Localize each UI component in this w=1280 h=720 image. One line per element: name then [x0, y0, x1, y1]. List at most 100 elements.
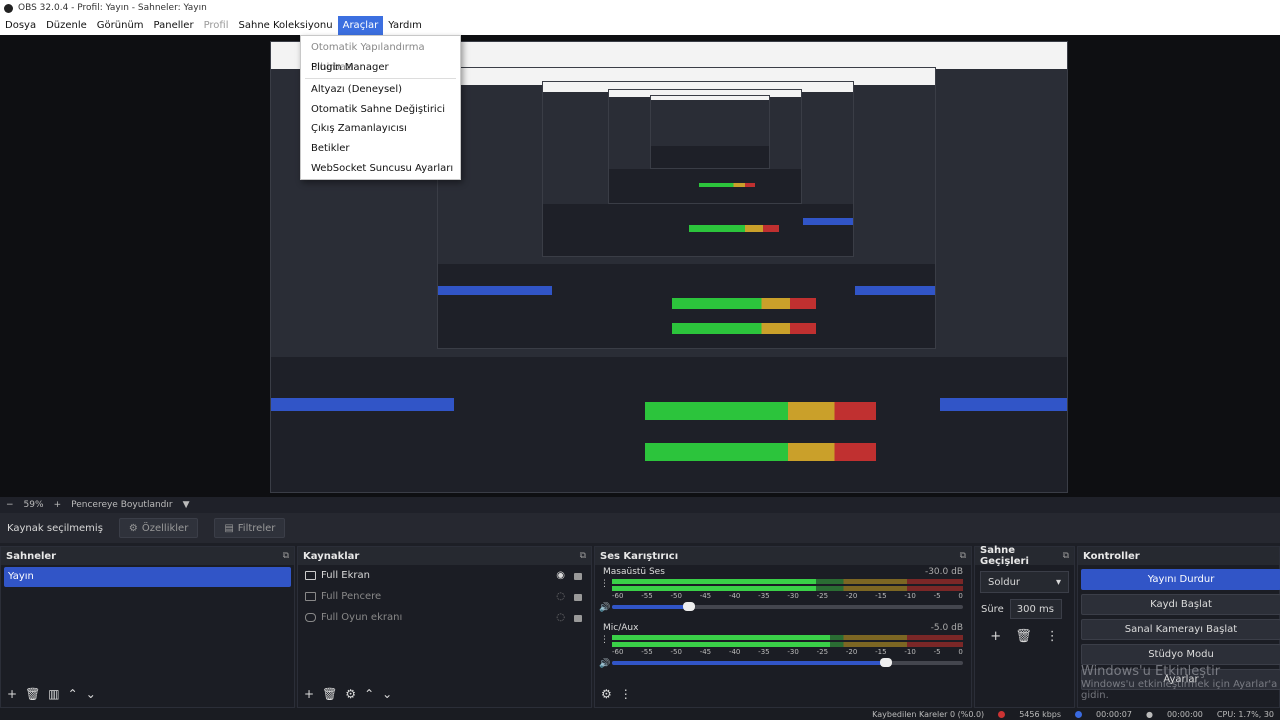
meter-tick-label: -10: [904, 648, 916, 656]
audio-mixer-dock: Ses Karıştırıcı ⧉ Masaüstü Ses -30.0 dB ⋮ …: [594, 546, 972, 708]
preview-canvas[interactable]: [0, 35, 1280, 497]
zoom-in-button[interactable]: +: [54, 500, 62, 510]
source-item[interactable]: Full Oyun ekranı ◌: [298, 607, 591, 628]
menu-scene-collection[interactable]: Sahne Koleksiyonu: [234, 16, 338, 35]
menu-item-auto-config[interactable]: Otomatik Yapılandırma Sihirbazı: [301, 38, 460, 73]
menu-dots-icon[interactable]: ⋮: [1046, 629, 1059, 644]
meter-tick-label: -35: [758, 648, 770, 656]
trash-icon[interactable]: 🗑: [25, 687, 40, 701]
stream-time: 00:00:07: [1096, 709, 1132, 719]
add-icon[interactable]: +: [990, 629, 1001, 644]
mixer-channel: Masaüstü Ses -30.0 dB ⋮ -60 -55 -50 -45 -40 -3…: [595, 565, 971, 621]
lock-icon[interactable]: [574, 594, 582, 601]
meter-tick-label: -5: [933, 592, 941, 600]
meter-tick-label: -40: [728, 648, 741, 656]
meter-tick-label: -60: [612, 592, 624, 600]
obs-logo-icon: [4, 3, 13, 13]
filters-button[interactable]: ▤ Filtreler: [214, 518, 286, 538]
duration-label: Süre: [981, 603, 1004, 615]
menu-item-captions[interactable]: Altyazı (Deneysel): [301, 80, 460, 100]
meter-tick-label: -55: [641, 592, 653, 600]
lock-icon[interactable]: [574, 615, 582, 622]
transition-select[interactable]: Soldur ▾: [980, 571, 1069, 593]
add-icon[interactable]: +: [7, 687, 17, 701]
monitor-icon: [305, 571, 316, 580]
menu-dots-icon[interactable]: ⋮: [620, 687, 632, 701]
zoom-out-button[interactable]: −: [6, 500, 14, 510]
speaker-icon[interactable]: 🔊: [599, 603, 610, 613]
eye-hidden-icon[interactable]: ◌: [556, 612, 565, 623]
meter-tick-label: -25: [816, 648, 829, 656]
mixer-channel: Mic/Aux -5.0 dB ⋮ -60 -55 -50 -45 -40 -35 -30 -2…: [595, 621, 971, 677]
trash-icon[interactable]: 🗑: [322, 687, 337, 701]
zoom-bar: − 59% + Pencereye Boyutlandır ▼: [0, 497, 1280, 513]
float-icon[interactable]: ⧉: [960, 551, 966, 561]
source-toolbar: Kaynak seçilmemiş ⚙ Özellikler ▤ Filtreler: [0, 513, 1280, 543]
menu-item-scripts[interactable]: Betikler: [301, 139, 460, 159]
chevron-down-icon: ▾: [1055, 576, 1061, 588]
properties-button[interactable]: ⚙ Özellikler: [118, 518, 199, 538]
menu-dots-icon[interactable]: ⋮: [600, 579, 609, 589]
chevron-down-icon[interactable]: ▼: [183, 500, 190, 510]
meter-ticks: -60 -55 -50 -45 -40 -35 -30 -25 -20 -15 -10 -5 0: [612, 648, 963, 656]
transitions-title: Sahne Geçişleri: [980, 545, 1029, 567]
source-item[interactable]: Full Pencere ◌: [298, 586, 591, 607]
live-icon: [1075, 710, 1083, 718]
meter-tick-label: 0: [958, 592, 963, 600]
studio-mode-button[interactable]: Stüdyo Modu: [1081, 644, 1280, 665]
scene-item-yayin[interactable]: Yayın: [4, 567, 291, 587]
meter-ticks: -60 -55 -50 -45 -40 -35 -30 -25 -20 -15 -10 -5 0: [612, 592, 963, 600]
float-icon[interactable]: ⧉: [1063, 551, 1069, 561]
lock-icon[interactable]: [574, 573, 582, 580]
menu-item-auto-scene-switcher[interactable]: Otomatik Sahne Değiştirici: [301, 100, 460, 120]
volume-slider[interactable]: [612, 658, 963, 667]
title-bar: OBS 32.0.4 - Profil: Yayın - Sahneler: Y…: [0, 0, 1280, 16]
bitrate: 5456 kbps: [1019, 709, 1062, 719]
menu-item-output-timer[interactable]: Çıkış Zamanlayıcısı: [301, 119, 460, 139]
eye-hidden-icon[interactable]: ◌: [556, 591, 565, 602]
window-title: OBS 32.0.4 - Profil: Yayın - Sahneler: Y…: [18, 3, 207, 13]
arrow-down-icon[interactable]: ⌄: [382, 687, 392, 701]
tools-dropdown: Otomatik Yapılandırma Sihirbazı Plugin M…: [300, 35, 461, 180]
menu-item-websocket-settings[interactable]: WebSocket Suncusu Ayarları: [301, 159, 460, 179]
zoom-mode[interactable]: Pencereye Boyutlandır: [71, 500, 172, 510]
start-virtual-camera-button[interactable]: Sanal Kamerayı Başlat: [1081, 619, 1280, 640]
menu-view[interactable]: Görünüm: [92, 16, 149, 35]
speaker-icon[interactable]: 🔊: [599, 659, 610, 669]
stop-streaming-button[interactable]: Yayını Durdur: [1081, 569, 1280, 590]
menu-tools[interactable]: Araçlar: [337, 16, 384, 35]
filter-icon[interactable]: ▥: [48, 687, 59, 701]
menu-item-plugin-manager[interactable]: Plugin Manager: [301, 58, 460, 78]
menu-docks[interactable]: Paneller: [149, 16, 199, 35]
menu-edit[interactable]: Düzenle: [41, 16, 92, 35]
arrow-up-icon[interactable]: ⌃: [364, 687, 374, 701]
gear-icon[interactable]: ⚙: [345, 687, 356, 701]
transitions-dock: Sahne Geçişleri ⧉ Soldur ▾ Süre 300 ms + 🗑 …: [974, 545, 1075, 708]
menu-profile[interactable]: Profil: [199, 16, 234, 35]
trash-icon[interactable]: 🗑: [1015, 629, 1032, 644]
arrow-down-icon[interactable]: ⌄: [86, 687, 96, 701]
start-recording-button[interactable]: Kaydı Başlat: [1081, 594, 1280, 615]
source-item[interactable]: Full Ekran ◉: [298, 565, 591, 586]
menu-dots-icon[interactable]: ⋮: [600, 635, 609, 645]
meter-tick-label: -50: [670, 648, 682, 656]
arrow-up-icon[interactable]: ⌃: [68, 687, 78, 701]
menu-file[interactable]: Dosya: [0, 16, 41, 35]
sources-dock: Kaynaklar ⧉ Full Ekran ◉ Full Pencere ◌ Ful…: [297, 546, 592, 708]
add-icon[interactable]: +: [304, 687, 314, 701]
gear-icon[interactable]: ⚙: [601, 687, 612, 701]
nested-preview-5: [650, 95, 770, 169]
duration-spinbox[interactable]: 300 ms: [1009, 599, 1062, 619]
volume-slider[interactable]: [612, 602, 963, 611]
gear-icon: ⚙: [128, 522, 138, 534]
menu-help[interactable]: Yardım: [383, 16, 427, 35]
eye-icon[interactable]: ◉: [556, 570, 565, 581]
float-icon[interactable]: ⧉: [580, 551, 586, 561]
gamepad-icon: [305, 613, 316, 622]
meter-tick-label: 0: [958, 648, 963, 656]
menu-bar: Dosya Düzenle Görünüm Paneller Profil Sa…: [0, 16, 1280, 35]
channel-db: -30.0 dB: [924, 567, 963, 577]
float-icon[interactable]: ⧉: [283, 551, 289, 561]
meter-tick-label: -20: [845, 648, 858, 656]
controls-title: Kontroller: [1083, 550, 1140, 562]
